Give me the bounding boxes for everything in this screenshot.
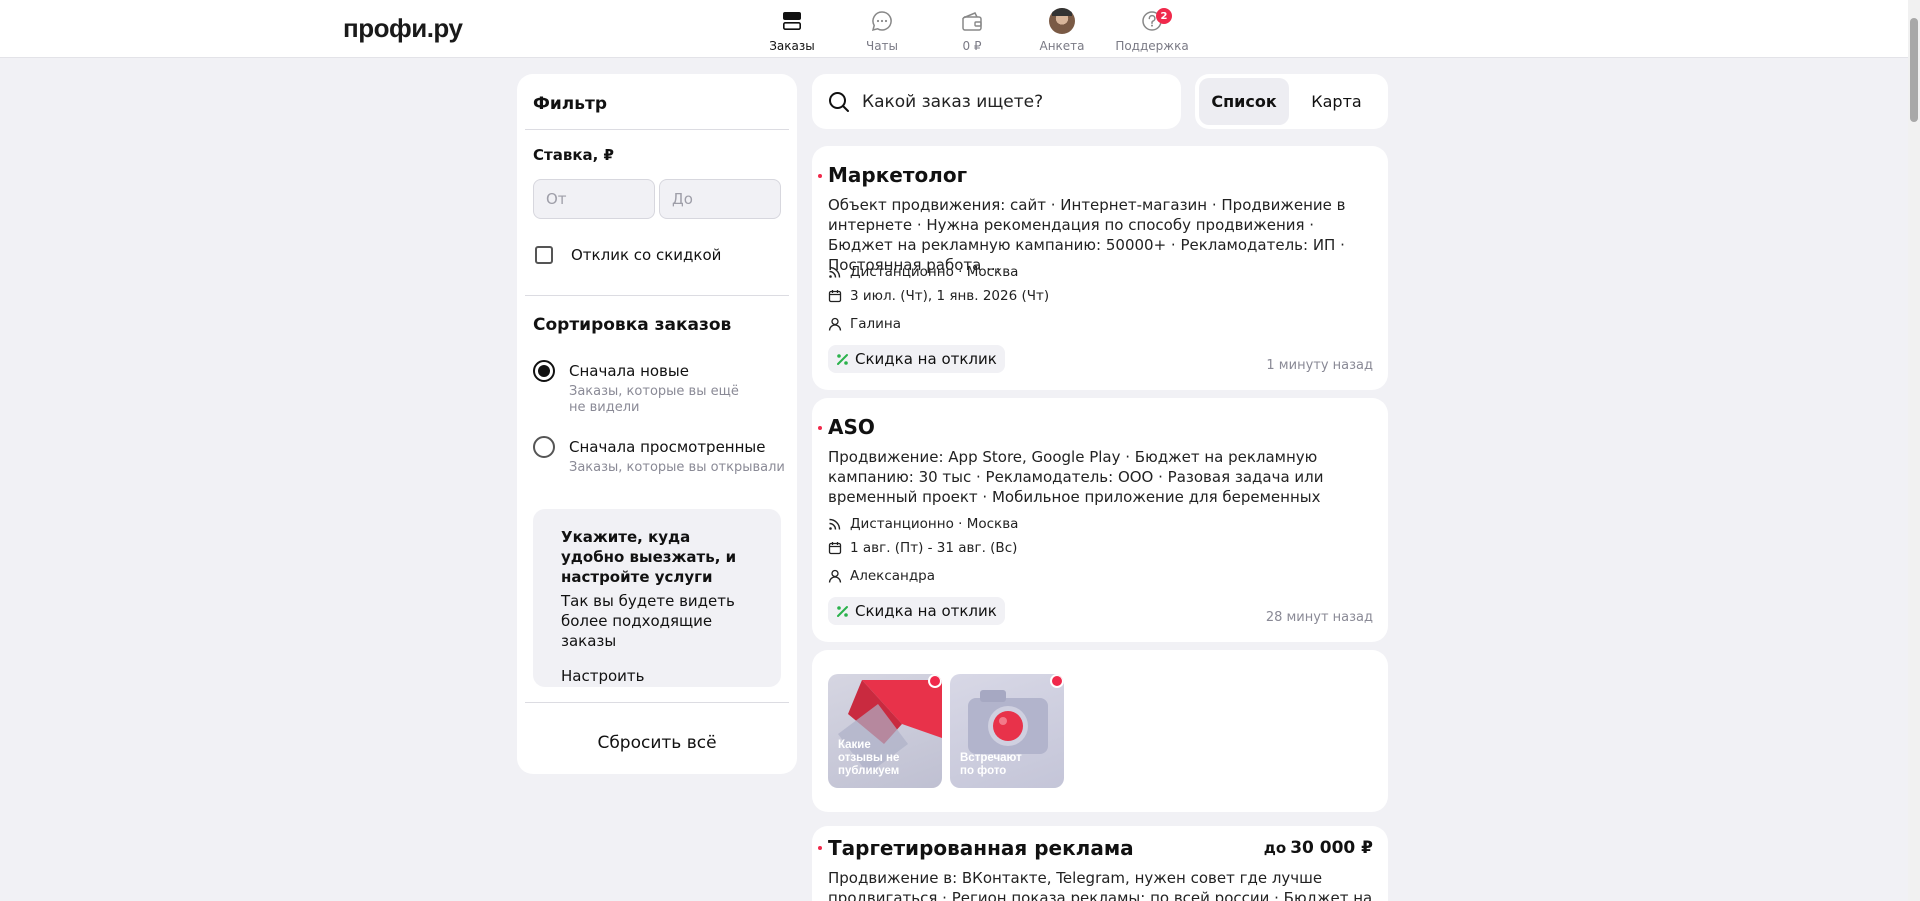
order-client-name: Галина <box>850 316 902 332</box>
stories-card: Какие отзывы не публикуем Встречают по ф… <box>812 650 1388 812</box>
divider <box>525 295 789 296</box>
percent-icon <box>837 353 848 365</box>
order-location: Дистанционно · Москва <box>828 516 1018 532</box>
nav-support-label: Поддержка <box>1115 39 1189 53</box>
order-dates-text: 3 июл. (Чт), 1 янв. 2026 (Чт) <box>850 288 1050 304</box>
order-time: 28 минут назад <box>1265 610 1373 625</box>
reset-all-button[interactable]: Сбросить всё <box>517 733 797 753</box>
map-view-button[interactable]: Карта <box>1289 78 1384 125</box>
filter-title: Фильтр <box>533 94 607 114</box>
remote-icon <box>829 266 841 278</box>
discount-chip-label: Скидка на отклик <box>855 350 997 368</box>
divider <box>525 129 789 130</box>
story-reviews[interactable]: Какие отзывы не публикуем <box>828 674 942 788</box>
rate-from-input[interactable] <box>533 179 655 219</box>
order-dates: 1 авг. (Пт) - 31 авг. (Вс) <box>828 540 1017 556</box>
nav-orders[interactable]: Заказы <box>752 8 832 53</box>
nav-orders-label: Заказы <box>769 39 815 53</box>
search-icon <box>829 91 849 112</box>
order-card[interactable]: Маркетолог Объект продвижения: сайт · Ин… <box>812 146 1388 390</box>
promo-title: Укажите, куда удобно выезжать, и настрой… <box>561 528 737 586</box>
setup-promo: Укажите, куда удобно выезжать, и настрой… <box>533 509 781 687</box>
chat-icon <box>842 8 922 34</box>
order-title[interactable]: ASO <box>828 415 875 439</box>
scrollbar-thumb[interactable] <box>1910 18 1918 122</box>
discount-chip[interactable]: Скидка на отклик <box>828 597 1005 625</box>
rate-label: Ставка, ₽ <box>533 146 614 164</box>
avatar <box>1049 8 1075 34</box>
divider <box>525 702 789 703</box>
order-price: до 30 000 ₽ <box>1264 838 1373 858</box>
discount-checkbox-row[interactable]: Отклик со скидкой <box>535 246 721 264</box>
search-input[interactable]: Какой заказ ищете? <box>862 92 1043 112</box>
discount-chip-label: Скидка на отклик <box>855 602 997 620</box>
sort-new-option[interactable]: Сначала новые Заказы, которые вы ещё не … <box>533 360 739 416</box>
discount-checkbox[interactable] <box>535 246 553 264</box>
order-description: Продвижение: App Store, Google Play · Бю… <box>828 448 1324 506</box>
sort-viewed-label: Сначала просмотренные <box>569 438 766 456</box>
order-title[interactable]: Таргетированная реклама <box>828 836 1134 860</box>
order-client-name: Александра <box>850 568 936 584</box>
nav-profile-label: Анкета <box>1039 39 1085 53</box>
calendar-icon <box>828 290 842 303</box>
order-description: Объект продвижения: сайт · Интернет-мага… <box>828 196 1346 274</box>
sort-new-hint: Заказы, которые вы ещё не видели <box>569 384 739 415</box>
story-photo[interactable]: Встречают по фото <box>950 674 1064 788</box>
wallet-icon <box>932 8 1012 34</box>
order-card[interactable]: ASO Продвижение: App Store, Google Play … <box>812 398 1388 642</box>
support-badge: 2 <box>1156 8 1172 24</box>
setup-link[interactable]: Настроить <box>561 667 753 685</box>
nav-wallet[interactable]: 0 ₽ <box>932 8 1012 53</box>
story-unread-dot <box>1050 674 1064 688</box>
filter-panel: Фильтр Ставка, ₽ Отклик со скидкой Сорти… <box>517 74 797 774</box>
top-header: профи.ру Заказы Чаты 0 ₽ Анкета 2 Поддер… <box>0 0 1908 58</box>
rate-to-input[interactable] <box>659 179 781 219</box>
order-location-text: Дистанционно · Москва <box>850 264 1019 280</box>
order-dates-text: 1 авг. (Пт) - 31 авг. (Вс) <box>850 540 1018 556</box>
nav-wallet-label: 0 ₽ <box>962 39 982 53</box>
user-icon <box>828 317 842 331</box>
nav-profile[interactable]: Анкета <box>1022 8 1102 53</box>
logo[interactable]: профи.ру <box>343 13 463 44</box>
order-client: Александра <box>828 568 935 584</box>
promo-text: Так вы будете видеть более подходящие за… <box>561 592 735 650</box>
sort-viewed-radio[interactable] <box>533 436 555 458</box>
order-time: 1 минуту назад <box>1266 358 1373 373</box>
sort-new-radio[interactable] <box>533 360 555 382</box>
order-location: Дистанционно · Москва <box>828 264 1018 280</box>
view-toggle: Список Карта <box>1195 74 1388 129</box>
page-scrollbar[interactable] <box>1908 0 1920 901</box>
nav-chats[interactable]: Чаты <box>842 8 922 53</box>
remote-icon <box>829 518 841 530</box>
sort-new-label: Сначала новые <box>569 362 689 380</box>
story-title: Встречают по фото <box>960 752 1022 777</box>
unread-dot <box>818 846 822 850</box>
help-icon <box>1112 8 1192 34</box>
sort-viewed-hint: Заказы, которые вы открывали <box>569 460 785 475</box>
unread-dot <box>818 174 822 178</box>
percent-icon <box>837 605 848 617</box>
order-description: Продвижение в: ВКонтакте, Telegram, нуже… <box>828 869 1373 901</box>
order-card[interactable]: Таргетированная реклама до 30 000 ₽ Продв… <box>812 826 1388 901</box>
calendar-icon <box>828 542 842 555</box>
orders-icon <box>752 8 832 34</box>
user-icon <box>828 569 842 583</box>
price-value: 30 000 ₽ <box>1290 838 1373 858</box>
list-view-button[interactable]: Список <box>1199 78 1289 125</box>
sort-viewed-option[interactable]: Сначала просмотренные Заказы, которые вы… <box>533 436 789 476</box>
order-title[interactable]: Маркетолог <box>828 163 967 187</box>
discount-checkbox-label: Отклик со скидкой <box>571 246 722 264</box>
discount-chip[interactable]: Скидка на отклик <box>828 345 1005 373</box>
order-dates: 3 июл. (Чт), 1 янв. 2026 (Чт) <box>828 288 1049 304</box>
story-title: Какие отзывы не публикуем <box>838 739 900 777</box>
nav-support[interactable]: 2 Поддержка <box>1112 8 1192 53</box>
order-client: Галина <box>828 316 901 332</box>
order-location-text: Дистанционно · Москва <box>850 516 1019 532</box>
story-unread-dot <box>928 674 942 688</box>
search-box[interactable]: Какой заказ ищете? <box>812 74 1181 129</box>
price-prefix: до <box>1263 839 1287 857</box>
sort-title: Сортировка заказов <box>533 315 732 335</box>
unread-dot <box>818 426 822 430</box>
nav-chats-label: Чаты <box>865 39 899 53</box>
